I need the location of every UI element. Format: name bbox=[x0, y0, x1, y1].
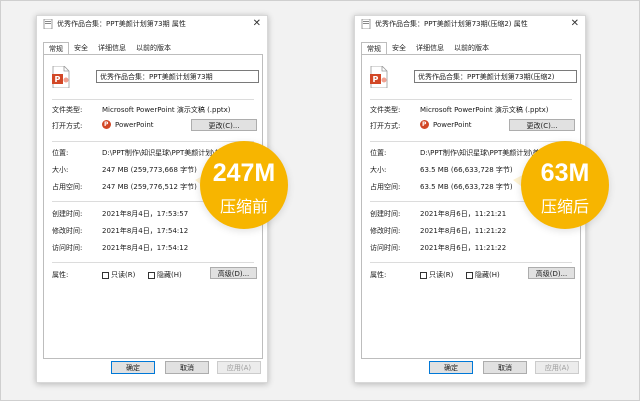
hidden-label: 隐藏(H) bbox=[157, 271, 182, 279]
tab-security[interactable]: 安全 bbox=[69, 42, 93, 54]
apply-button[interactable]: 应用(A) bbox=[217, 361, 261, 374]
badge-caption: 压缩后 bbox=[540, 197, 589, 216]
badge-size-text: 63M bbox=[540, 159, 590, 187]
divider bbox=[52, 262, 254, 263]
checkbox-icon bbox=[102, 271, 109, 279]
file-type-value: Microsoft PowerPoint 演示文稿 (.pptx) bbox=[420, 106, 549, 114]
close-icon[interactable]: ✕ bbox=[253, 18, 261, 29]
size-label: 大小: bbox=[370, 166, 387, 174]
change-button[interactable]: 更改(C)... bbox=[509, 119, 575, 131]
created-value: 2021年8月6日，11:21:21 bbox=[420, 210, 507, 218]
readonly-label: 只读(R) bbox=[429, 271, 454, 279]
change-button[interactable]: 更改(C)... bbox=[191, 119, 257, 131]
open-with-label: 打开方式: bbox=[370, 122, 401, 130]
filename-input[interactable]: 优秀作品合集：PPT美颜计划第73期(压缩2) bbox=[414, 70, 577, 83]
close-icon[interactable]: ✕ bbox=[571, 18, 579, 29]
filename-input[interactable]: 优秀作品合集：PPT美颜计划第73期 bbox=[96, 70, 259, 83]
checkbox-icon bbox=[466, 271, 473, 279]
tab-bar: 常规 安全 详细信息 以前的版本 bbox=[43, 42, 176, 55]
tab-details[interactable]: 详细信息 bbox=[411, 42, 449, 54]
advanced-button[interactable]: 高级(D)... bbox=[528, 267, 575, 279]
size-label: 大小: bbox=[52, 166, 69, 174]
pptx-file-icon: P bbox=[370, 66, 388, 88]
location-label: 位置: bbox=[52, 149, 69, 157]
hidden-checkbox[interactable]: 隐藏(H) bbox=[466, 270, 500, 280]
title-bar: 优秀作品合集：PPT美颜计划第73期(压缩2) 属性 ✕ bbox=[355, 16, 585, 32]
powerpoint-icon bbox=[102, 120, 111, 129]
ok-button[interactable]: 确定 bbox=[111, 361, 155, 374]
svg-text:P: P bbox=[55, 75, 61, 84]
tab-security[interactable]: 安全 bbox=[387, 42, 411, 54]
created-label: 创建时间: bbox=[52, 210, 83, 218]
created-label: 创建时间: bbox=[370, 210, 401, 218]
open-with-label: 打开方式: bbox=[52, 122, 83, 130]
file-type-label: 文件类型: bbox=[370, 106, 401, 114]
svg-text:P: P bbox=[373, 75, 379, 84]
file-type-label: 文件类型: bbox=[52, 106, 83, 114]
hidden-checkbox[interactable]: 隐藏(H) bbox=[148, 270, 182, 280]
tab-previous-versions[interactable]: 以前的版本 bbox=[449, 42, 494, 54]
readonly-checkbox[interactable]: 只读(R) bbox=[420, 270, 453, 280]
created-value: 2021年8月4日，17:53:57 bbox=[102, 210, 189, 218]
divider bbox=[52, 99, 254, 100]
title-bar: 优秀作品合集：PPT美颜计划第73期 属性 ✕ bbox=[37, 16, 267, 32]
accessed-label: 访问时间: bbox=[52, 244, 83, 252]
checkbox-icon bbox=[420, 271, 427, 279]
attributes-label: 属性: bbox=[52, 271, 69, 279]
open-with-value: PowerPoint bbox=[433, 121, 472, 129]
file-icon bbox=[43, 19, 53, 29]
modified-value: 2021年8月6日，11:21:22 bbox=[420, 227, 507, 235]
attributes-label: 属性: bbox=[370, 271, 387, 279]
disk-size-label: 占用空间: bbox=[370, 183, 401, 191]
badge-size-text: 247M bbox=[212, 159, 276, 187]
size-badge-after: 63M 压缩后 bbox=[521, 141, 609, 229]
window-title: 优秀作品合集：PPT美颜计划第73期 属性 bbox=[57, 20, 186, 28]
hidden-label: 隐藏(H) bbox=[475, 271, 500, 279]
cancel-button[interactable]: 取消 bbox=[483, 361, 527, 374]
divider bbox=[52, 141, 254, 142]
tab-bar: 常规 安全 详细信息 以前的版本 bbox=[361, 42, 494, 55]
advanced-button[interactable]: 高级(D)... bbox=[210, 267, 257, 279]
divider bbox=[370, 141, 572, 142]
tab-previous-versions[interactable]: 以前的版本 bbox=[131, 42, 176, 54]
size-badge-before: 247M 压缩前 bbox=[200, 141, 288, 229]
disk-size-value: 247 MB (259,776,512 字节) bbox=[102, 183, 197, 191]
size-value: 63.5 MB (66,633,728 字节) bbox=[420, 166, 513, 174]
checkbox-icon bbox=[148, 271, 155, 279]
ok-button[interactable]: 确定 bbox=[429, 361, 473, 374]
readonly-label: 只读(R) bbox=[111, 271, 136, 279]
divider bbox=[370, 99, 572, 100]
modified-label: 修改时间: bbox=[370, 227, 401, 235]
file-type-value: Microsoft PowerPoint 演示文稿 (.pptx) bbox=[102, 106, 231, 114]
accessed-value: 2021年8月6日，11:21:22 bbox=[420, 244, 507, 252]
badge-caption: 压缩前 bbox=[219, 197, 268, 216]
pptx-file-icon: P bbox=[52, 66, 70, 88]
window-title: 优秀作品合集：PPT美颜计划第73期(压缩2) 属性 bbox=[375, 20, 528, 28]
cancel-button[interactable]: 取消 bbox=[165, 361, 209, 374]
modified-label: 修改时间: bbox=[52, 227, 83, 235]
powerpoint-icon bbox=[420, 120, 429, 129]
readonly-checkbox[interactable]: 只读(R) bbox=[102, 270, 135, 280]
disk-size-value: 63.5 MB (66,633,728 字节) bbox=[420, 183, 513, 191]
open-with-value: PowerPoint bbox=[115, 121, 154, 129]
tab-details[interactable]: 详细信息 bbox=[93, 42, 131, 54]
accessed-label: 访问时间: bbox=[370, 244, 401, 252]
modified-value: 2021年8月4日，17:54:12 bbox=[102, 227, 189, 235]
file-icon bbox=[361, 19, 371, 29]
divider bbox=[370, 262, 572, 263]
accessed-value: 2021年8月4日，17:54:12 bbox=[102, 244, 189, 252]
disk-size-label: 占用空间: bbox=[52, 183, 83, 191]
location-label: 位置: bbox=[370, 149, 387, 157]
apply-button[interactable]: 应用(A) bbox=[535, 361, 579, 374]
size-value: 247 MB (259,773,668 字节) bbox=[102, 166, 197, 174]
